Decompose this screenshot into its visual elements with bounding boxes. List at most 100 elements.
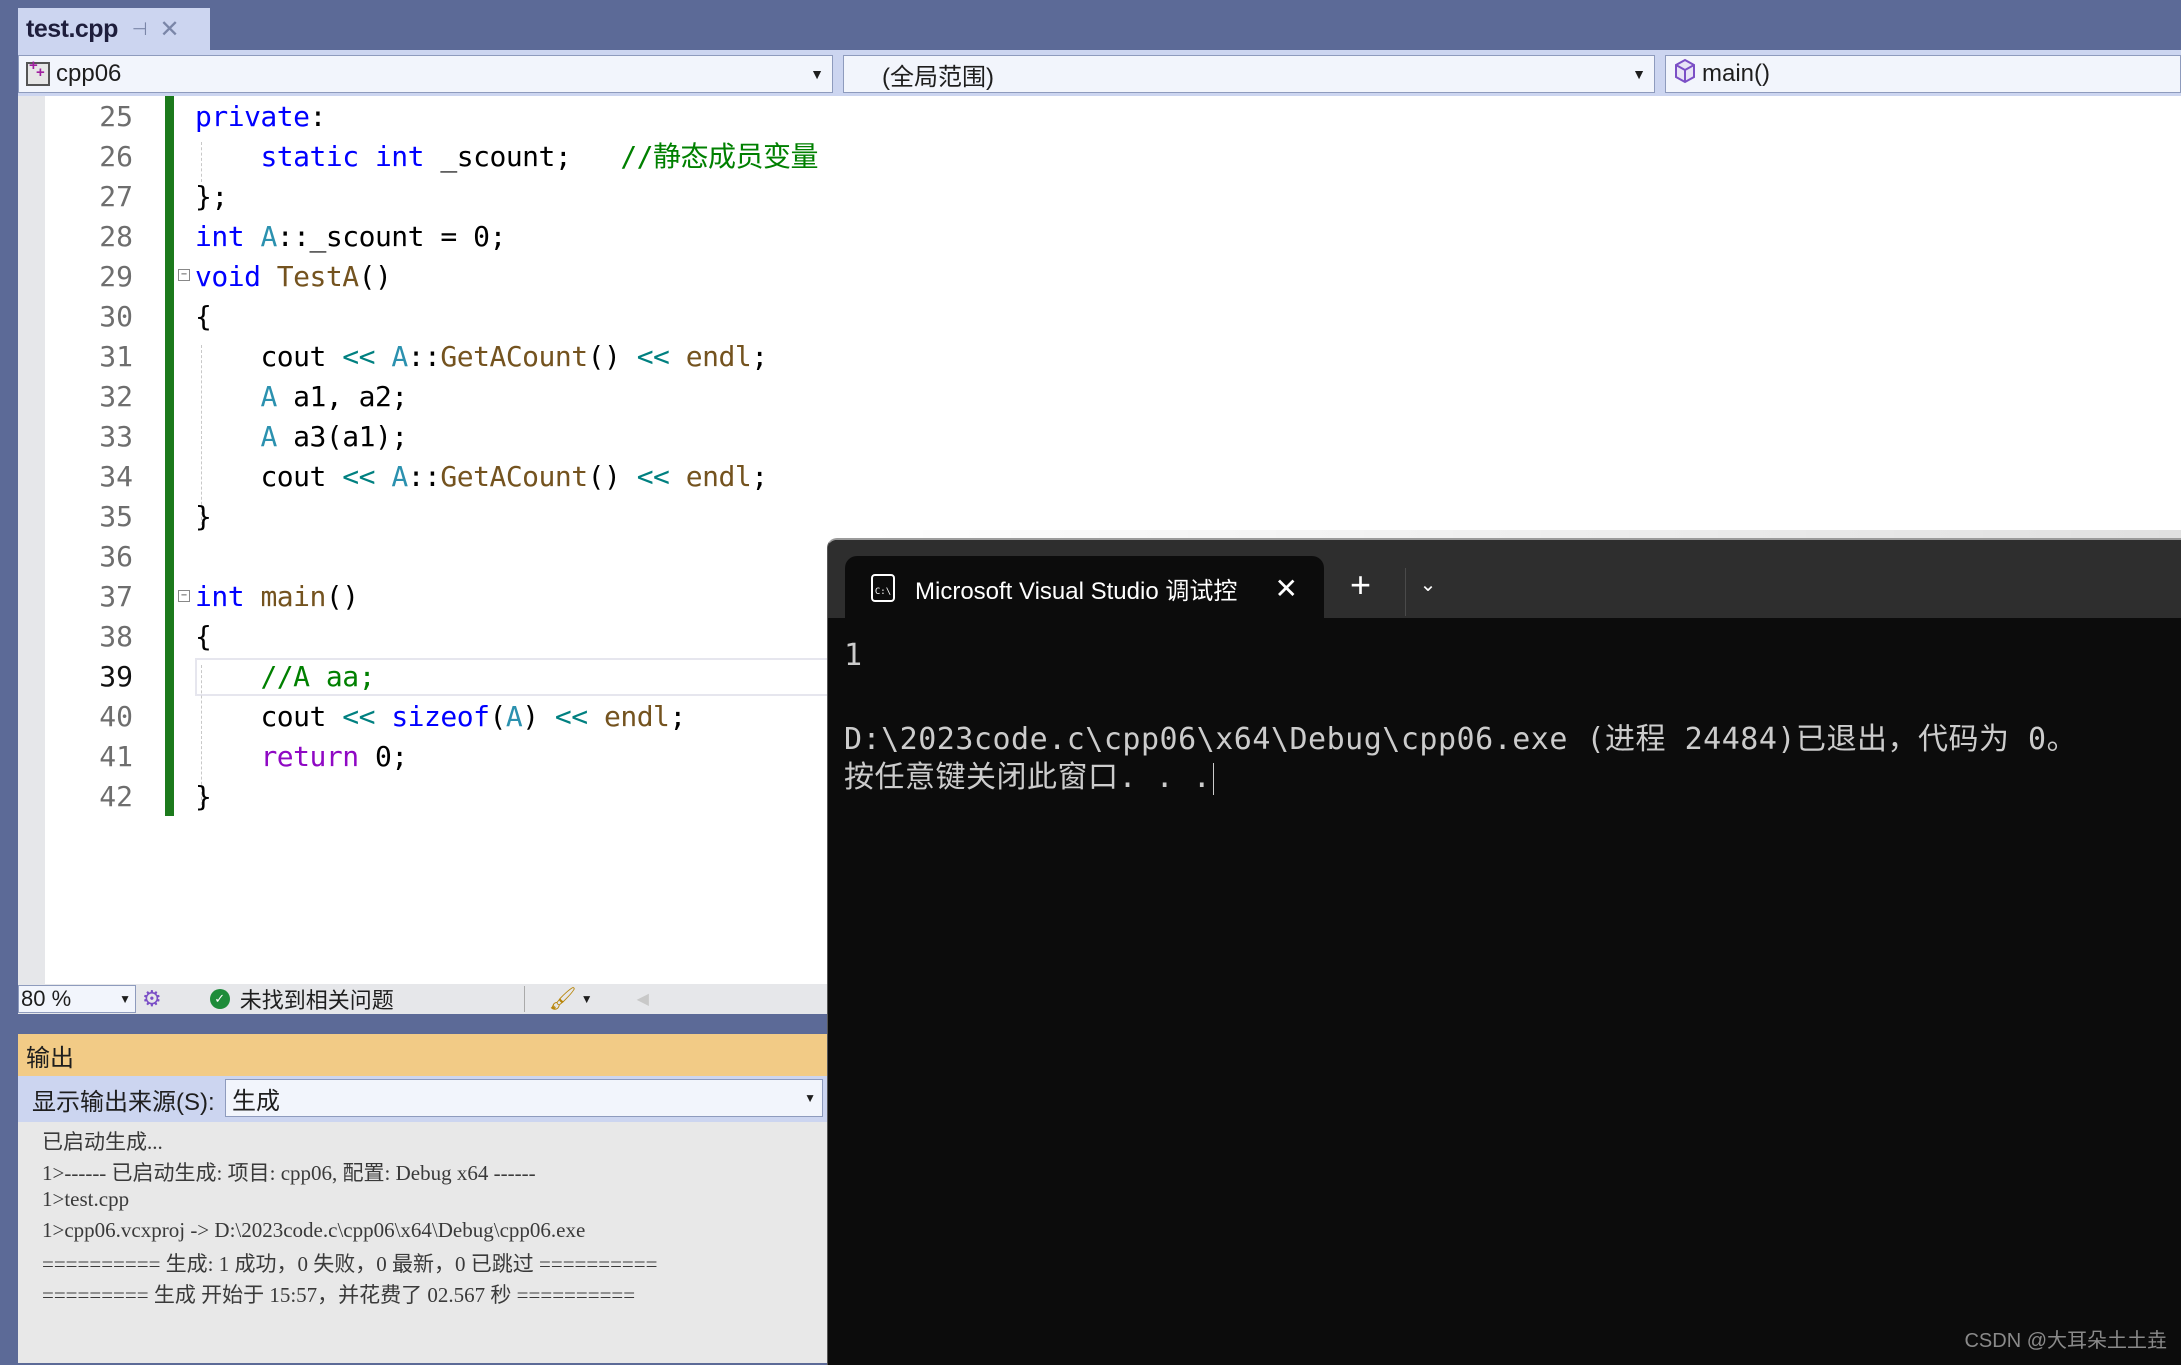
line-number: 29	[99, 260, 133, 293]
token: sizeof	[391, 700, 490, 733]
chevron-down-icon: ▼	[1632, 66, 1646, 82]
output-line: 1>cpp06.vcxproj -> D:\2023code.c\cpp06\x…	[42, 1218, 586, 1242]
token: endl	[603, 700, 670, 733]
token: <<	[342, 460, 375, 493]
new-tab-icon[interactable]: +	[1350, 564, 1371, 606]
line-number: 28	[99, 220, 133, 253]
token: private	[195, 100, 310, 133]
terminal-tab-bar: C:\ Microsoft Visual Studio 调试控 ✕ + ⌄	[828, 540, 2181, 620]
token: ()	[358, 260, 392, 293]
token: endl	[685, 460, 752, 493]
output-line: 1>------ 已启动生成: 项目: cpp06, 配置: Debug x64…	[42, 1161, 536, 1185]
token: int	[374, 140, 425, 173]
terminal-tab-title: Microsoft Visual Studio 调试控	[915, 577, 1238, 605]
token: return	[260, 740, 359, 773]
code-line-42: }	[195, 780, 212, 813]
chevron-down-icon[interactable]: ⌄	[1413, 566, 1443, 602]
tab-test-cpp[interactable]: test.cpp ⊣ ✕	[18, 8, 210, 50]
token: GetACount	[440, 460, 588, 493]
token: A	[260, 420, 277, 453]
terminal-line: 按任意键关闭此窗口. . .	[844, 752, 1215, 796]
code-cleanup-icon[interactable]: 🖌	[549, 986, 577, 1012]
chevron-down-icon[interactable]: ▼	[581, 992, 593, 1006]
terminal-icon: C:\	[871, 574, 895, 602]
token: static	[260, 140, 359, 173]
project-name: cpp06	[56, 60, 122, 87]
terminal-line: 1	[844, 638, 863, 673]
close-icon[interactable]: ✕	[1275, 572, 1298, 605]
token: <<	[636, 460, 670, 493]
token: cout	[260, 460, 343, 493]
issues-status[interactable]: 未找到相关问题	[240, 983, 394, 1015]
line-number: 41	[99, 740, 133, 773]
output-title: 输出	[26, 1044, 74, 1072]
close-icon[interactable]: ✕	[160, 15, 180, 44]
token: A	[391, 340, 408, 373]
scroll-left-icon[interactable]: ◀	[637, 989, 649, 1009]
debug-console-window[interactable]: C:\ Microsoft Visual Studio 调试控 ✕ + ⌄ 1 …	[827, 538, 2181, 1365]
output-text-area[interactable]: 已启动生成... 1>------ 已启动生成: 项目: cpp06, 配置: …	[18, 1122, 828, 1363]
output-panel-header: 输出	[18, 1034, 828, 1076]
token: cout	[260, 700, 343, 733]
scope-dropdown[interactable]: (全局范围) ▼	[843, 55, 1655, 93]
zoom-dropdown[interactable]: 80 % ▼	[18, 985, 136, 1013]
token: void	[195, 260, 261, 293]
line-number: 35	[99, 500, 133, 533]
cube-icon	[1674, 58, 1696, 91]
token: A	[260, 380, 277, 413]
line-number: 36	[99, 540, 133, 573]
tab-title: test.cpp	[26, 14, 118, 43]
token: TestA	[276, 260, 359, 293]
token: int	[195, 580, 245, 613]
line-number: 27	[99, 180, 133, 213]
output-source-dropdown[interactable]: 生成 ▼	[225, 1079, 823, 1117]
token: ::_scount = 0;	[276, 220, 507, 253]
output-source-value: 生成	[232, 1087, 280, 1115]
output-source-label: 显示输出来源(S):	[32, 1088, 215, 1116]
line-number: 30	[99, 300, 133, 333]
comment: //静态成员变量	[620, 140, 819, 173]
line-number: 37	[99, 580, 133, 613]
token: A	[260, 220, 277, 253]
code-line-32: A a1, a2;	[195, 377, 408, 417]
token: endl	[685, 340, 752, 373]
code-line-31: cout << A::GetACount() << endl;	[195, 337, 768, 377]
line-number: 31	[99, 340, 133, 373]
line-number: 32	[99, 380, 133, 413]
collapse-icon[interactable]: −	[178, 590, 190, 602]
code-line-38: {	[195, 620, 212, 653]
code-line-25: private:	[195, 97, 326, 137]
token: ()	[587, 340, 637, 373]
token: 0;	[358, 740, 408, 773]
project-dropdown[interactable]: cpp06 ▼	[18, 55, 833, 93]
token: ;	[751, 460, 768, 493]
line-number: 38	[99, 620, 133, 653]
code-line-41: return 0;	[195, 737, 408, 777]
token: ;	[751, 340, 768, 373]
line-number: 26	[99, 140, 133, 173]
code-line-34: cout << A::GetACount() << endl;	[195, 457, 768, 497]
pin-icon[interactable]: ⊣	[132, 19, 148, 40]
token: GetACount	[440, 340, 588, 373]
code-line-40: cout << sizeof(A) << endl;	[195, 697, 686, 737]
output-line: 1>test.cpp	[42, 1187, 130, 1211]
chevron-down-icon: ▼	[119, 992, 131, 1006]
text-cursor	[1213, 762, 1215, 795]
terminal-tab[interactable]: C:\ Microsoft Visual Studio 调试控 ✕	[845, 556, 1324, 620]
line-number: 34	[99, 460, 133, 493]
token: ::	[407, 340, 441, 373]
code-line-35: }	[195, 500, 212, 533]
code-line-28: int A::_scount = 0;	[195, 217, 506, 257]
document-tab-strip	[0, 0, 2181, 50]
comment: //A aa;	[260, 660, 375, 693]
panel-splitter[interactable]	[18, 1014, 828, 1034]
token: <<	[636, 340, 670, 373]
token: a3(a1);	[276, 420, 408, 453]
code-line-26: static int _scount; //静态成员变量	[195, 137, 818, 177]
token: <<	[554, 700, 588, 733]
token: ;	[669, 700, 686, 733]
token: <<	[342, 700, 375, 733]
member-dropdown[interactable]: main()	[1665, 55, 2181, 93]
intellicode-icon[interactable]: ⚙	[142, 986, 162, 1012]
collapse-icon[interactable]: −	[178, 269, 190, 281]
